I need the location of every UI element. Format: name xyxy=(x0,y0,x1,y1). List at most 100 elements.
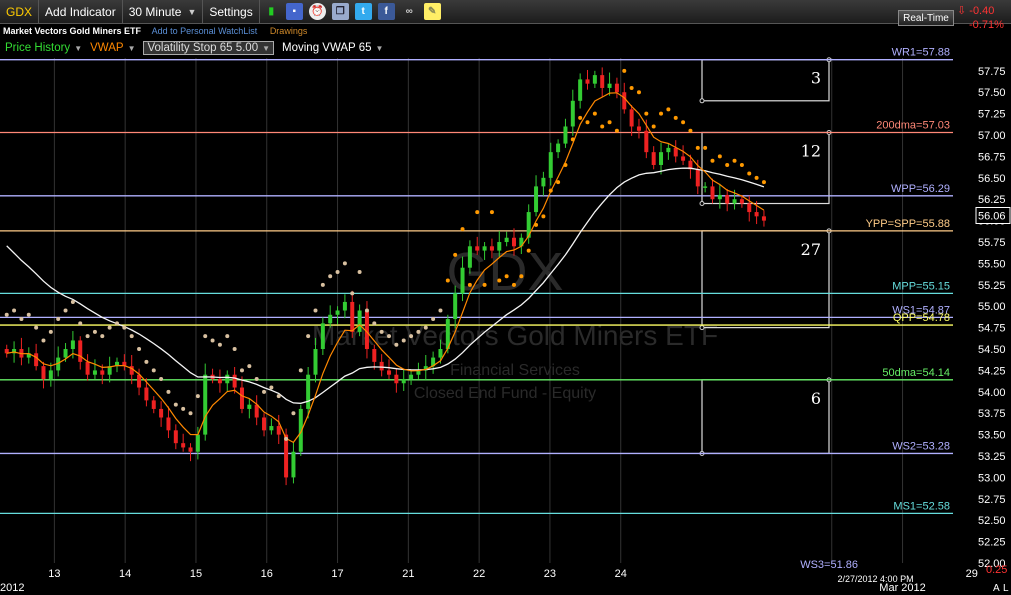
y-axis-tick-label: 57.25 xyxy=(978,109,1006,121)
pivot-level-label: QPP=54.78 xyxy=(893,312,950,324)
sticky-note-icon[interactable]: ✎ xyxy=(423,3,441,20)
volatility-stop-dot xyxy=(41,338,46,343)
candle-body xyxy=(85,361,90,375)
candle-body xyxy=(350,301,355,332)
realtime-button[interactable]: Real-Time xyxy=(898,10,954,26)
volatility-stop-dot xyxy=(600,124,605,129)
volatility-stop-dot xyxy=(519,274,524,279)
volatility-stop-dot xyxy=(166,389,171,394)
y-axis-tick-label: 55.25 xyxy=(978,280,1006,292)
candle-body xyxy=(276,426,281,435)
candle-body xyxy=(41,366,46,379)
save-icon[interactable]: ▪ xyxy=(285,3,303,20)
x-axis-tick-label: 17 xyxy=(331,568,343,580)
volatility-stop-dot xyxy=(592,111,597,116)
facebook-icon[interactable]: f xyxy=(377,3,395,20)
binoculars-icon[interactable]: ∞ xyxy=(401,3,418,20)
candle-body xyxy=(747,203,752,213)
candle-body xyxy=(291,451,296,478)
candle-body xyxy=(607,83,612,88)
volatility-stop-dot xyxy=(298,368,303,373)
y-axis-tick-label: 53.00 xyxy=(978,472,1006,484)
volatility-stop-dot xyxy=(4,312,9,317)
box-handle xyxy=(699,325,705,331)
volatility-stop-dot xyxy=(666,107,671,112)
pivot-level-label: WS3=51.86 xyxy=(800,559,858,571)
chevron-down-icon: ▼ xyxy=(262,43,271,53)
axis-scale-toggle: L xyxy=(1003,583,1009,594)
volatility-stop-dot xyxy=(276,394,281,399)
add-indicator-button[interactable]: Add Indicator xyxy=(39,0,123,24)
bar-chart-icon[interactable]: ▮ xyxy=(263,3,280,20)
candle-body xyxy=(203,374,208,435)
volatility-stop-dot xyxy=(526,248,531,253)
candle-body xyxy=(725,194,730,204)
candle-body xyxy=(548,152,553,178)
candle-body xyxy=(710,186,715,200)
y-axis-low-label: 0.25 xyxy=(986,564,1007,576)
volatility-stop-dot xyxy=(159,376,164,381)
x-axis-tick-label: 15 xyxy=(190,568,202,580)
volatility-stop-dot xyxy=(107,325,112,330)
candle-body xyxy=(409,374,414,379)
candle-body xyxy=(717,194,722,200)
candle-body xyxy=(761,216,766,221)
volatility-stop-dot xyxy=(614,128,619,133)
volatility-stop-dot xyxy=(423,325,428,330)
volatility-stop-dot xyxy=(761,180,766,185)
interval-dropdown[interactable]: 30 Minute ▼ xyxy=(123,0,204,24)
candle-body xyxy=(475,246,480,251)
volatility-stop-dot xyxy=(725,162,730,167)
candle-body xyxy=(659,152,664,165)
indicator-label: VWAP xyxy=(90,42,124,54)
twitter-icon[interactable]: t xyxy=(354,3,372,20)
volatility-stop-dot xyxy=(342,261,347,266)
settings-button[interactable]: Settings xyxy=(203,0,260,24)
volatility-stop-dot xyxy=(636,90,641,95)
candle-body xyxy=(48,370,53,379)
price-chart[interactable]: GDX Market Vectors Gold Miners ETF Financi… xyxy=(0,0,1011,595)
candle-body xyxy=(563,126,568,144)
security-name: Market Vectors Gold Miners ETF xyxy=(3,26,142,36)
alarm-clock-icon[interactable]: ⏰ xyxy=(308,3,326,20)
candle-body xyxy=(754,212,759,217)
volatility-stop-dot xyxy=(114,321,119,326)
volatility-stop-dot xyxy=(563,162,568,167)
volatility-stop-dot xyxy=(754,175,759,180)
volatility-stop-dot xyxy=(739,162,744,167)
volatility-stop-dot xyxy=(350,291,355,296)
symbol-selector[interactable]: GDX xyxy=(0,0,40,24)
candle-body xyxy=(387,370,392,375)
copy-icon[interactable]: ❐ xyxy=(331,3,349,20)
pivot-level-label: WR1=57.88 xyxy=(892,47,950,59)
drawings-link[interactable]: Drawings xyxy=(270,26,308,36)
indicator-volatility-stop[interactable]: Volatility Stop 65 5.00 ▼ xyxy=(143,41,275,55)
candle-body xyxy=(497,242,502,251)
candle-body xyxy=(232,374,237,388)
volatility-stop-dot xyxy=(225,334,230,339)
candle-body xyxy=(482,246,487,251)
indicator-label: Price History xyxy=(5,42,71,54)
indicator-price-history[interactable]: Price History ▼ xyxy=(5,42,82,54)
y-axis-tick-label: 55.50 xyxy=(978,258,1006,270)
add-watchlist-link[interactable]: Add to Personal WatchList xyxy=(152,26,258,36)
candle-body xyxy=(651,152,656,165)
pivot-level-label: 200dma=57.03 xyxy=(876,119,950,131)
y-axis-tick-label: 54.25 xyxy=(978,365,1006,377)
indicator-moving-vwap[interactable]: Moving VWAP 65 ▼ xyxy=(282,42,383,54)
pivot-level-label: WPP=56.29 xyxy=(891,183,950,195)
moving-vwap-line xyxy=(6,167,765,404)
volatility-stop-dot xyxy=(100,334,105,339)
volatility-stop-dot xyxy=(460,227,465,232)
y-axis-tick-label: 57.75 xyxy=(978,66,1006,78)
candle-body xyxy=(328,314,333,324)
settings-label: Settings xyxy=(209,4,253,19)
candle-body xyxy=(342,301,347,311)
volatility-stop-dot xyxy=(570,137,575,142)
volatility-stop-dot xyxy=(607,120,612,125)
candle-body xyxy=(254,404,259,418)
indicator-vwap[interactable]: VWAP ▼ xyxy=(90,42,135,54)
candle-body xyxy=(394,374,399,384)
candle-body xyxy=(166,417,171,431)
indicator-label: Moving VWAP 65 xyxy=(282,42,372,54)
